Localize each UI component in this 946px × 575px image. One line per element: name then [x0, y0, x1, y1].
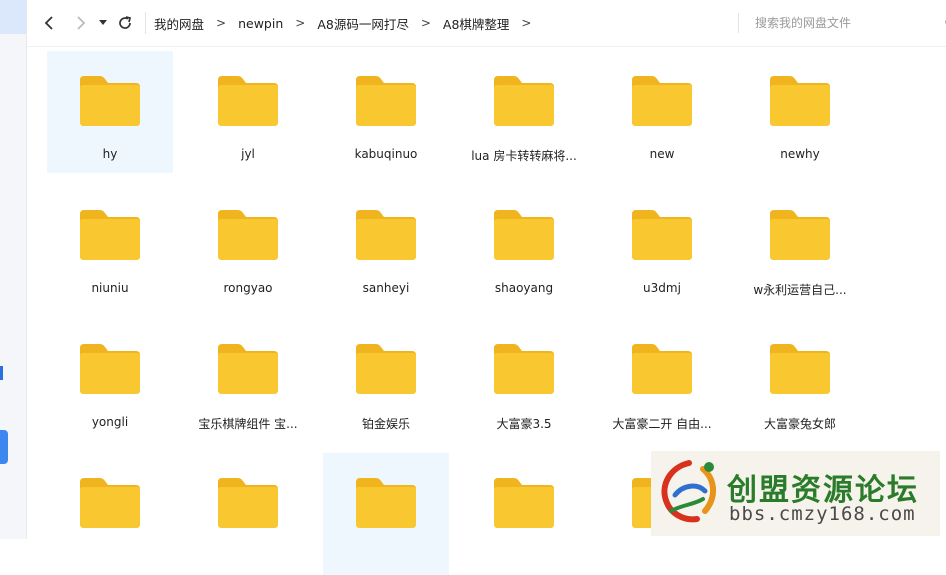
folder-item[interactable]: 大富豪3.5	[461, 319, 587, 441]
folder-icon	[494, 478, 554, 528]
folder-icon	[356, 344, 416, 394]
folder-item[interactable]: jyl	[185, 51, 311, 173]
folder-item[interactable]: u3dmj	[599, 185, 725, 307]
folder-icon	[218, 210, 278, 260]
caret-down-icon	[99, 20, 107, 25]
folder-item[interactable]: newhy	[737, 51, 863, 173]
folder-name: jyl	[241, 147, 255, 161]
folder-icon	[770, 344, 830, 394]
folder-icon	[494, 344, 554, 394]
history-dropdown-button[interactable]	[95, 9, 111, 37]
folder-name: newhy	[780, 147, 820, 161]
refresh-button[interactable]	[111, 9, 139, 37]
folder-item[interactable]	[185, 453, 311, 575]
breadcrumb-item[interactable]: 我的网盘	[154, 14, 204, 33]
folder-name: niuniu	[91, 281, 129, 295]
folder-icon	[80, 344, 140, 394]
folder-item[interactable]: niuniu	[47, 185, 173, 307]
folder-item[interactable]: 铂金娱乐	[323, 319, 449, 441]
folder-item[interactable]: hy	[47, 51, 173, 173]
folder-icon	[218, 478, 278, 528]
folder-name: u3dmj	[643, 281, 681, 295]
folder-item[interactable]: kabuqinuo	[323, 51, 449, 173]
search-divider	[738, 13, 739, 33]
folder-icon	[770, 76, 830, 126]
folder-icon	[356, 76, 416, 126]
folder-item[interactable]	[323, 453, 449, 575]
folder-item[interactable]	[461, 453, 587, 575]
breadcrumb-expand-chevron[interactable]: >	[521, 16, 531, 30]
folder-name: shaoyang	[494, 281, 554, 295]
folder-icon	[494, 210, 554, 260]
folder-icon	[356, 210, 416, 260]
folder-icon	[80, 76, 140, 126]
sidebar-selected-item[interactable]	[0, 0, 26, 34]
folder-icon	[356, 478, 416, 528]
sidebar-app-icon[interactable]	[0, 430, 8, 464]
folder-icon	[632, 344, 692, 394]
folder-icon	[632, 210, 692, 260]
refresh-icon	[119, 16, 132, 29]
folder-name: 宝乐棋牌组件 宝...	[198, 417, 298, 431]
folder-icon	[494, 76, 554, 126]
left-sidebar	[0, 0, 27, 539]
folder-name: kabuqinuo	[354, 147, 418, 161]
folder-name: w永利运营自己...	[753, 283, 847, 297]
breadcrumb-item[interactable]: newpin	[238, 16, 283, 31]
folder-name: sanheyi	[362, 281, 410, 295]
folder-item[interactable]: shaoyang	[461, 185, 587, 307]
folder-name: 大富豪二开 自由...	[612, 417, 712, 431]
folder-icon	[80, 210, 140, 260]
search-input[interactable]	[747, 16, 915, 30]
breadcrumb-separator: >	[295, 16, 306, 30]
breadcrumb: 我的网盘 > newpin > A8源码一网打尽 > A8棋牌整理 >	[154, 14, 543, 33]
folder-item[interactable]	[47, 453, 173, 575]
folder-icon	[80, 478, 140, 528]
folder-icon	[770, 210, 830, 260]
back-button[interactable]	[35, 9, 63, 37]
watermark-url: bbs.cmzy168.com	[729, 503, 916, 525]
folder-item[interactable]: 大富豪二开 自由...	[599, 319, 725, 441]
forward-button[interactable]	[67, 9, 95, 37]
breadcrumb-item[interactable]: A8棋牌整理	[443, 14, 510, 33]
folder-icon	[218, 76, 278, 126]
folder-name: 铂金娱乐	[361, 417, 410, 431]
folder-name: 大富豪兔女郎	[763, 417, 836, 431]
folder-icon	[632, 76, 692, 126]
navigation-bar: 我的网盘 > newpin > A8源码一网打尽 > A8棋牌整理 >	[27, 0, 946, 47]
breadcrumb-item[interactable]: A8源码一网打尽	[317, 14, 409, 33]
folder-item[interactable]: 宝乐棋牌组件 宝...	[185, 319, 311, 441]
watermark-logo-icon	[661, 460, 716, 523]
toolbar-divider	[145, 12, 146, 34]
watermark-banner: 创盟资源论坛 bbs.cmzy168.com	[651, 451, 940, 536]
folder-item[interactable]: new	[599, 51, 725, 173]
breadcrumb-separator: >	[216, 16, 227, 30]
chevron-left-icon	[44, 16, 53, 30]
folder-item[interactable]: w永利运营自己...	[737, 185, 863, 307]
folder-name: hy	[102, 147, 118, 161]
folder-item[interactable]: rongyao	[185, 185, 311, 307]
chevron-right-icon	[77, 16, 86, 30]
folder-name: rongyao	[223, 281, 273, 295]
folder-name: new	[649, 147, 675, 161]
breadcrumb-separator: >	[420, 16, 431, 30]
folder-name: yongli	[91, 415, 129, 429]
folder-icon	[218, 344, 278, 394]
folder-name: 大富豪3.5	[496, 417, 552, 431]
sidebar-marker	[0, 366, 3, 380]
folder-item[interactable]: lua 房卡转转麻将...	[461, 51, 587, 173]
folder-name: lua 房卡转转麻将...	[471, 149, 577, 163]
folder-item[interactable]: yongli	[47, 319, 173, 441]
search-box[interactable]	[747, 9, 946, 37]
folder-item[interactable]: sanheyi	[323, 185, 449, 307]
folder-item[interactable]: 大富豪兔女郎	[737, 319, 863, 441]
